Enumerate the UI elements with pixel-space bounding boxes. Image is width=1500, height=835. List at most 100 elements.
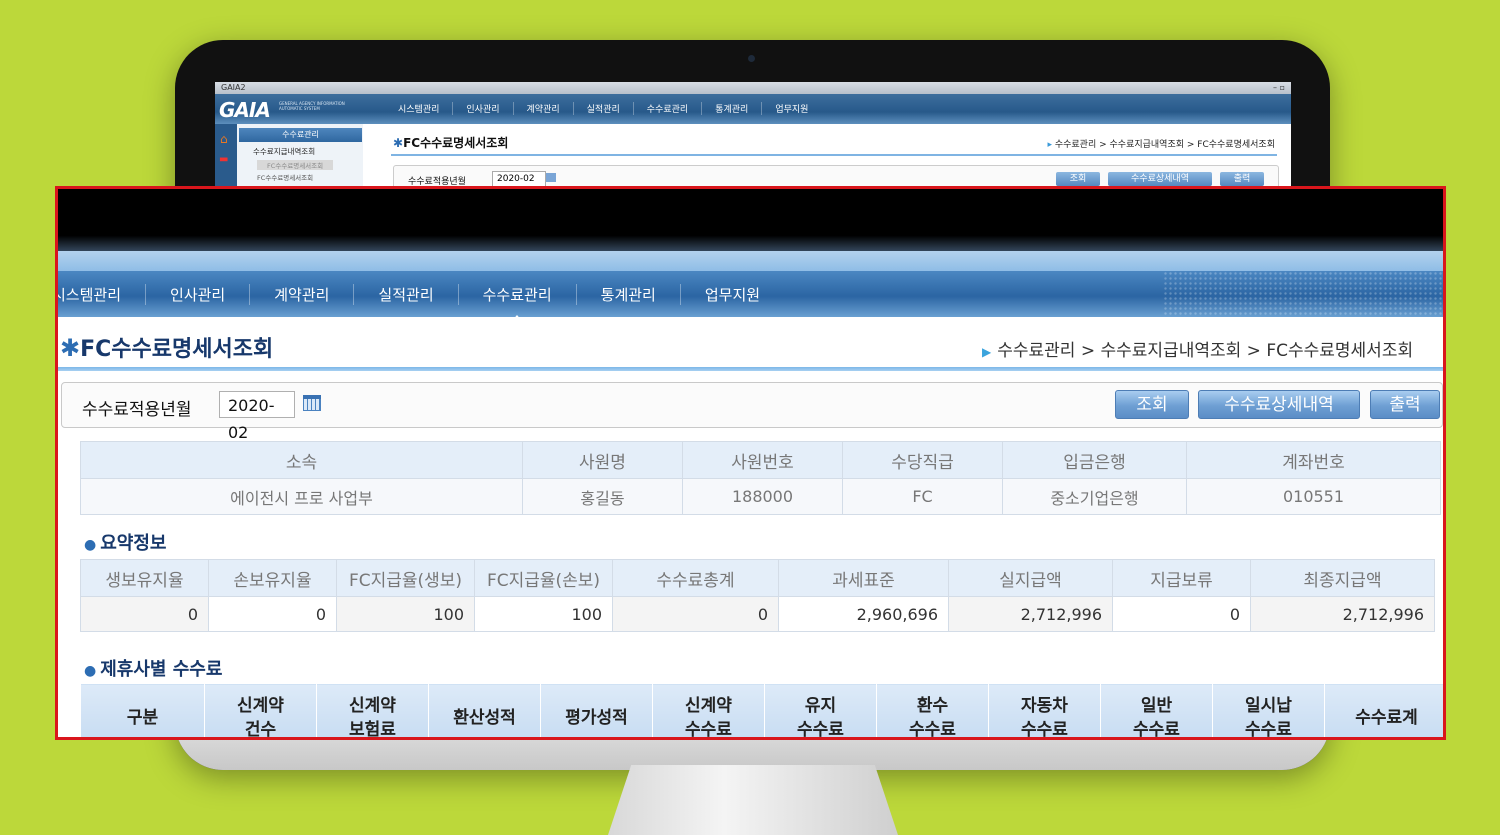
page-title-text: FC수수료명세서조회 <box>80 337 274 362</box>
month-input[interactable]: 2020-02 <box>492 171 546 187</box>
summary-section-title: ● 요약정보 <box>84 529 166 555</box>
column-header: 자동차 수수료 <box>988 683 1101 737</box>
menu-item[interactable]: 인사관리 <box>145 284 249 305</box>
column-header: 최종지급액 <box>1250 559 1435 597</box>
menu-item[interactable]: 시스템관리 <box>58 284 145 305</box>
column-header: 유지 수수료 <box>764 683 877 737</box>
column-header: 손보유지율 <box>208 559 337 597</box>
app-header: GAIA GENERAL AGENCY INFORMATION AUTOMATI… <box>215 94 1291 124</box>
fee-detail-button[interactable]: 수수료상세내역 <box>1198 390 1360 419</box>
print-button[interactable]: 출력 <box>1370 390 1440 419</box>
sidebar-selected-item[interactable]: FC수수료명세서조회 <box>257 160 334 170</box>
breadcrumb-item[interactable]: 수수료관리 <box>997 341 1075 361</box>
summary-table: 생보유지율 손보유지율 FC지급율(생보) FC지급율(손보) 수수료총계 과세… <box>80 559 1435 632</box>
window-controls[interactable]: – ▫ <box>1273 82 1285 94</box>
bank-cell: 중소기업은행 <box>1002 478 1187 515</box>
summary-cell: 100 <box>474 596 613 632</box>
column-header: 일반 수수료 <box>1100 683 1213 737</box>
header-light-band <box>58 251 1443 271</box>
column-header: 지급보류 <box>1112 559 1251 597</box>
print-button[interactable]: 출력 <box>1220 172 1264 186</box>
column-header: 신계약 수수료 <box>652 683 765 737</box>
arrow-icon: ▸ <box>1047 140 1055 150</box>
main-menu: 시스템관리 인사관리 계약관리 실적관리 수수료관리 통계관리 업무지원 <box>385 102 821 115</box>
column-header: 계좌번호 <box>1186 441 1441 479</box>
menu-item[interactable]: 업무지원 <box>679 284 784 305</box>
header-black-band <box>58 189 1443 251</box>
menu-item[interactable]: 업무지원 <box>761 102 821 115</box>
column-header: 수당직급 <box>842 441 1003 479</box>
sidebar: 수수료관리 수수료지급내역조회 FC수수료명세서조회 FC수수료명세서조회 <box>215 124 363 192</box>
star-icon: ✱ <box>393 136 404 150</box>
page-title: ✱FC수수료명세서조회 <box>60 331 273 363</box>
summary-cell: 0 <box>80 596 209 632</box>
column-header: 환수 수수료 <box>876 683 989 737</box>
summary-cell: 0 <box>1112 596 1251 632</box>
sidebar-next-item[interactable]: FC수수료명세서조회 <box>257 172 313 182</box>
employee-name-cell: 홍길동 <box>522 478 683 515</box>
search-button[interactable]: 조회 <box>1056 172 1100 186</box>
title-divider <box>58 367 1443 371</box>
column-header: 수수료총계 <box>612 559 779 597</box>
column-header: 생보유지율 <box>80 559 209 597</box>
monitor-screen: GAIA2 – ▫ GAIA GENERAL AGENCY INFORMATIO… <box>215 82 1291 192</box>
window-titlebar: GAIA2 – ▫ <box>215 82 1291 94</box>
column-header: 사원명 <box>522 441 683 479</box>
menu-item[interactable]: 계약관리 <box>249 284 353 305</box>
menu-item[interactable]: 실적관리 <box>353 284 457 305</box>
summary-cell: 0 <box>208 596 337 632</box>
calendar-icon[interactable] <box>546 173 556 182</box>
title-divider <box>391 154 1277 156</box>
breadcrumb-item[interactable]: FC수수료명세서조회 <box>1266 341 1413 361</box>
table-row: 에이전시 프로 사업부 홍길동 188000 FC 중소기업은행 010551 <box>80 478 1441 515</box>
breadcrumb-item[interactable]: 수수료지급내역조회 <box>1101 341 1242 361</box>
menu-item[interactable]: 시스템관리 <box>385 102 452 115</box>
column-header: 신계약 건수 <box>204 683 317 737</box>
breadcrumb: ▶ 수수료관리 > 수수료지급내역조회 > FC수수료명세서조회 <box>982 336 1413 361</box>
column-header: 수수료계 <box>1324 683 1443 737</box>
breadcrumb-separator: > <box>1241 341 1267 361</box>
home-icon[interactable]: ⌂ <box>220 132 228 146</box>
menu-item[interactable]: 실적관리 <box>572 102 633 115</box>
sidebar-folder-item[interactable]: 수수료지급내역조회 <box>253 146 315 157</box>
zoom-main-menu: 시스템관리 인사관리 계약관리 실적관리 수수료관리 통계관리 업무지원 <box>58 271 1443 322</box>
menu-item[interactable]: 통계관리 <box>701 102 761 115</box>
header-dot-pattern <box>1163 271 1443 317</box>
menu-item[interactable]: 계약관리 <box>512 102 573 115</box>
window-title: GAIA2 <box>221 83 246 92</box>
table-header-row: 생보유지율 손보유지율 FC지급율(생보) FC지급율(손보) 수수료총계 과세… <box>80 559 1435 597</box>
webcam <box>748 55 755 62</box>
partner-fees-title-text: 제휴사별 수수료 <box>100 659 223 680</box>
menu-item[interactable]: 인사관리 <box>452 102 512 115</box>
menu-item-active[interactable]: 수수료관리 <box>457 284 576 322</box>
partner-fees-section-title: ● 제휴사별 수수료 <box>84 655 222 681</box>
zoom-callout: 시스템관리 인사관리 계약관리 실적관리 수수료관리 통계관리 업무지원 ✱FC… <box>55 186 1446 740</box>
month-input[interactable]: 2020-02 <box>219 391 295 442</box>
breadcrumb-separator: > <box>1075 341 1101 361</box>
car-icon[interactable]: ▬ <box>219 154 228 165</box>
fee-detail-button[interactable]: 수수료상세내역 <box>1108 172 1212 186</box>
summary-cell: 0 <box>612 596 779 632</box>
column-header: 과세표준 <box>778 559 949 597</box>
arrow-icon: ▶ <box>982 345 992 359</box>
column-header: 일시납 수수료 <box>1212 683 1325 737</box>
column-header: 소속 <box>80 441 523 479</box>
column-header: 입금은행 <box>1002 441 1187 479</box>
calendar-icon[interactable] <box>303 395 321 411</box>
employee-info-table: 소속 사원명 사원번호 수당직급 입금은행 계좌번호 에이전시 프로 사업부 홍… <box>80 441 1441 515</box>
search-button[interactable]: 조회 <box>1115 390 1189 419</box>
menu-item[interactable]: 수수료관리 <box>632 102 701 115</box>
summary-cell: 2,712,996 <box>948 596 1113 632</box>
filter-bar: 수수료적용년월 2020-02 조회 수수료상세내역 출력 <box>61 382 1443 442</box>
table-header-row: 소속 사원명 사원번호 수당직급 입금은행 계좌번호 <box>80 441 1441 479</box>
menu-item[interactable]: 통계관리 <box>575 284 680 305</box>
column-header: 평가성적 <box>540 683 653 737</box>
account-cell: 010551 <box>1186 478 1441 515</box>
monitor-stand <box>608 765 898 835</box>
page-title-text: FC수수료명세서조회 <box>403 136 509 150</box>
table-row: 0 0 100 100 0 2,960,696 2,712,996 0 2,71… <box>80 596 1435 632</box>
filter-label: 수수료적용년월 <box>82 400 192 420</box>
sidebar-title: 수수료관리 <box>239 128 362 142</box>
breadcrumb: ▸ 수수료관리 > 수수료지급내역조회 > FC수수료명세서조회 <box>1047 137 1275 150</box>
summary-cell: 100 <box>336 596 475 632</box>
